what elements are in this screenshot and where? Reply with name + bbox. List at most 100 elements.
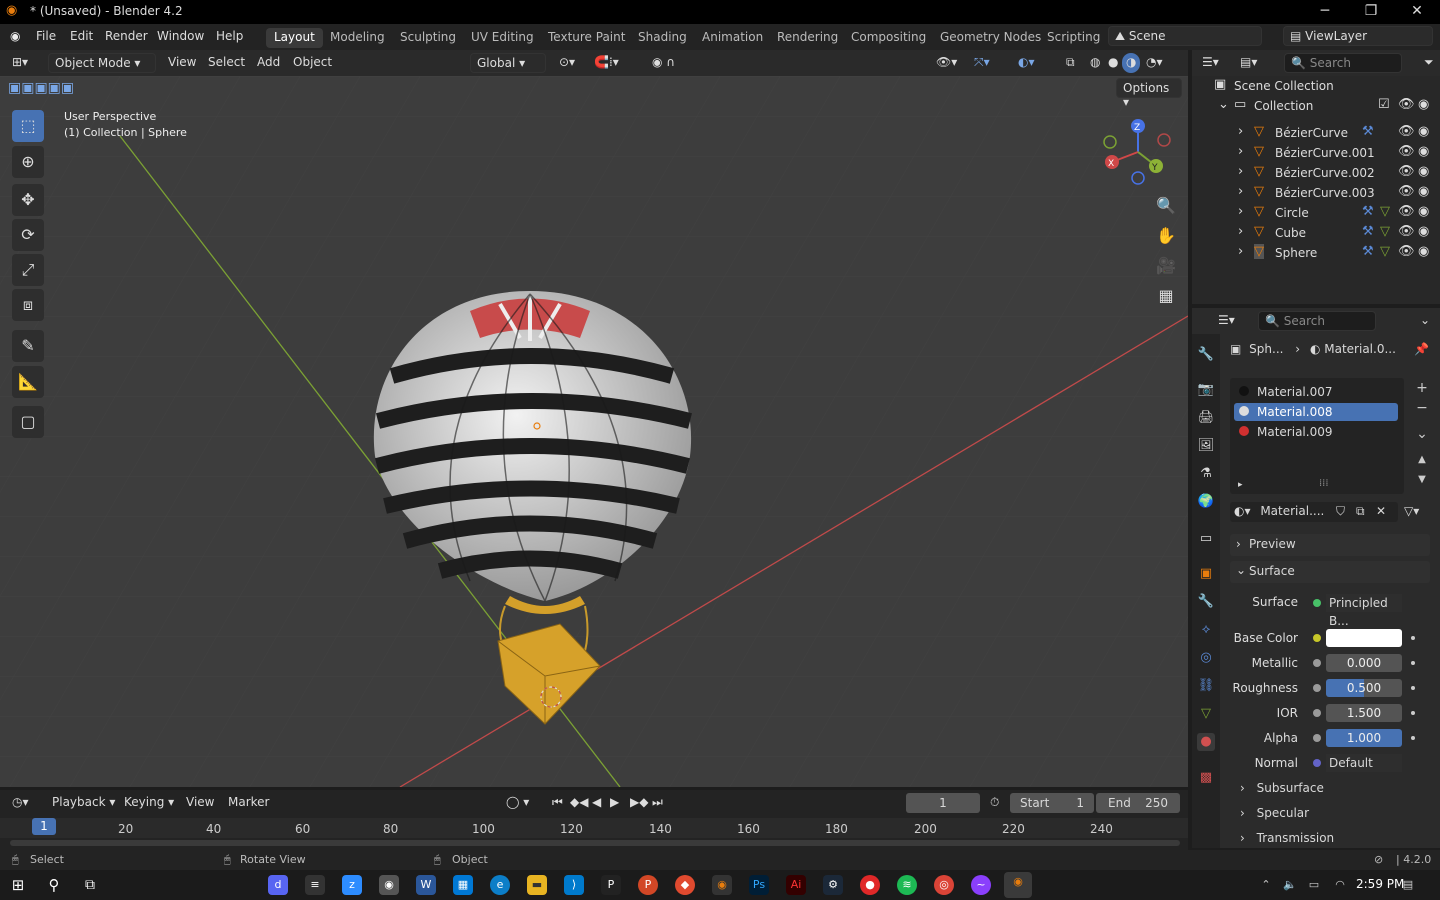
xray-icon[interactable]: ⧉ [1062, 53, 1079, 73]
eye-icon[interactable]: 👁 [1398, 244, 1415, 259]
file-explorer-icon[interactable]: ▬ [527, 875, 547, 895]
properties-search-input[interactable]: 🔍 Search [1258, 311, 1376, 331]
move-up-icon[interactable]: ▲ [1412, 450, 1432, 470]
modifier-wrench-icon[interactable]: ⚒ [1362, 204, 1374, 219]
roughness-keyframe-dot[interactable] [1411, 686, 1415, 690]
options-dropdown[interactable]: Options ▾ [1116, 78, 1182, 109]
search-icon[interactable]: ⚲ [44, 875, 64, 895]
output-tab-icon[interactable]: 🖨 [1197, 409, 1215, 427]
fake-user-shield-icon[interactable]: ⛉ [1336, 504, 1345, 519]
powerpoint-icon[interactable]: P [638, 875, 658, 895]
photoshop-icon[interactable]: Ps [749, 875, 769, 895]
wireframe-shading-icon[interactable]: ◍ [1086, 53, 1104, 73]
mesh-data-icon[interactable]: ▽ [1380, 204, 1390, 219]
menu-help[interactable]: Help [216, 29, 243, 43]
camera-icon[interactable]: ◉ [1418, 184, 1429, 199]
vscode-icon[interactable]: ⟩ [564, 875, 584, 895]
wifi-icon[interactable]: ◠ [1330, 875, 1350, 895]
transform-orientation[interactable]: Global ▾ [470, 53, 546, 73]
subsurface-panel[interactable]: › Subsurface [1240, 781, 1324, 795]
texture-tab-icon[interactable]: ▩ [1197, 769, 1215, 787]
alpha-slider[interactable]: 1.000 [1326, 729, 1402, 747]
scene-tab-icon[interactable]: ⚗ [1197, 465, 1215, 483]
outliner-item-b-ziercurve-001[interactable]: › ▽ BézierCurve.001 👁 ◉ [1192, 143, 1440, 163]
material-shading-icon[interactable]: ◑ [1122, 53, 1141, 73]
pan-hand-icon[interactable]: ✋ [1152, 222, 1180, 250]
minimize-button[interactable]: ─ [1302, 0, 1348, 24]
object-tab-icon[interactable]: ▣ [1197, 565, 1215, 583]
preview-panel-header[interactable]: › Preview [1230, 534, 1430, 556]
roughness-slider[interactable]: 0.500 [1326, 679, 1402, 697]
camera-icon[interactable]: ◉ [1418, 124, 1429, 139]
perspective-toggle-icon[interactable]: ▦ [1152, 282, 1180, 310]
app-icon[interactable]: ≡ [305, 875, 325, 895]
selection-mode-buttons[interactable]: ▣▣▣▣▣ [8, 80, 108, 98]
menu-file[interactable]: File [36, 29, 56, 43]
end-frame-field[interactable]: End 250 [1096, 793, 1180, 813]
start-frame-field[interactable]: Start 1 [1010, 793, 1094, 813]
camera-view-icon[interactable]: 🎥 [1152, 252, 1180, 280]
timeline-menu-marker[interactable]: Marker [224, 793, 273, 813]
view-layer-selector[interactable]: ▤ ViewLayer [1283, 26, 1433, 46]
material-tab-icon[interactable]: ● [1197, 733, 1215, 751]
material-slot-material-007[interactable]: Material.007 [1234, 383, 1398, 401]
tab-compositing[interactable]: Compositing [843, 28, 934, 48]
alpha-keyframe-dot[interactable] [1411, 736, 1415, 740]
zoom-app-icon[interactable]: z [342, 875, 362, 895]
navigation-gizmo[interactable]: Z X Y [1100, 114, 1172, 186]
menu-edit[interactable]: Edit [70, 29, 93, 43]
surface-panel-header[interactable]: ⌄ Surface [1230, 561, 1430, 583]
playhead[interactable]: 1 [32, 818, 56, 835]
solid-shading-icon[interactable]: ● [1104, 53, 1122, 73]
constraints-tab-icon[interactable]: ⛓ [1197, 677, 1215, 695]
tray-chevron-icon[interactable]: ⌃ [1256, 875, 1276, 895]
word-icon[interactable]: W [416, 875, 436, 895]
close-button[interactable]: ✕ [1394, 0, 1440, 24]
tab-uv-editing[interactable]: UV Editing [463, 28, 542, 48]
viewport-menu-select[interactable]: Select [204, 53, 249, 73]
viewport-menu-view[interactable]: View [164, 53, 200, 73]
move-tool-icon[interactable]: ✥ [12, 184, 44, 216]
rotate-tool-icon[interactable]: ⟳ [12, 219, 44, 251]
ior-field[interactable]: 1.500 [1326, 704, 1402, 722]
camera-icon[interactable]: ◉ [1418, 97, 1429, 112]
transmission-panel[interactable]: › Transmission [1240, 831, 1334, 845]
expand-chevron-icon[interactable]: › [1238, 184, 1243, 199]
surface-shader-selector[interactable]: Principled B... [1326, 594, 1402, 628]
expand-chevron-icon[interactable]: › [1238, 164, 1243, 179]
add-slot-button[interactable]: + [1412, 378, 1432, 398]
display-mode-icon[interactable]: ▤▾ [1236, 53, 1261, 73]
slot-menu-chevron-icon[interactable]: ⌄ [1412, 424, 1432, 444]
eye-icon[interactable]: 👁 [1398, 224, 1415, 239]
tab-modeling[interactable]: Modeling [322, 28, 393, 48]
annotate-tool-icon[interactable]: ✎ [12, 330, 44, 362]
preview-range-icon[interactable]: ⏱ [986, 793, 1003, 813]
timeline-editor-type-icon[interactable]: ◷▾ [8, 793, 33, 813]
timeline-menu-view[interactable]: View [182, 793, 218, 813]
camera-icon[interactable]: ◉ [1418, 164, 1429, 179]
outliner-collection[interactable]: ⌄ ▭ Collection ☑ 👁 ◉ [1192, 96, 1440, 116]
viewport-menu-object[interactable]: Object [289, 53, 336, 73]
expand-chevron-icon[interactable]: › [1238, 204, 1243, 219]
expand-chevron-icon[interactable]: › [1238, 224, 1243, 239]
tab-layout[interactable]: Layout [266, 28, 323, 48]
list-expand-icon[interactable]: ▸ [1238, 480, 1243, 490]
list-resize-handle[interactable]: ⁞⁞⁞ [1319, 478, 1329, 489]
scale-tool-icon[interactable]: ⤢ [12, 254, 44, 286]
eye-icon[interactable]: 👁 [1398, 184, 1415, 199]
material-datablock-selector[interactable]: ◐▾ Material.... ⛉ ⧉ ✕ [1230, 502, 1398, 522]
play-reverse-icon[interactable]: ◀ [588, 793, 605, 813]
metallic-field[interactable]: 0.000 [1326, 654, 1402, 672]
modifier-tab-icon[interactable]: 🔧 [1197, 593, 1215, 611]
filter-icon[interactable]: ⏷ [1420, 53, 1438, 73]
unlink-material-icon[interactable]: ✕ [1376, 504, 1386, 518]
eye-icon[interactable]: 👁 [1398, 204, 1415, 219]
camera-icon[interactable]: ◉ [1418, 204, 1429, 219]
blender-launcher-icon[interactable]: ◉ [712, 875, 732, 895]
network-icon[interactable]: ▭ [1304, 875, 1324, 895]
notifications-icon[interactable]: ▤ [1398, 875, 1418, 895]
select-box-icon[interactable]: ▣▣▣▣▣ [8, 80, 74, 96]
camera-icon[interactable]: ◉ [1418, 244, 1429, 259]
expand-chevron-icon[interactable]: ⌄ [1218, 97, 1229, 112]
3d-viewport[interactable]: ▣▣▣▣▣ User Perspective (1) Collection | … [0, 76, 1188, 787]
